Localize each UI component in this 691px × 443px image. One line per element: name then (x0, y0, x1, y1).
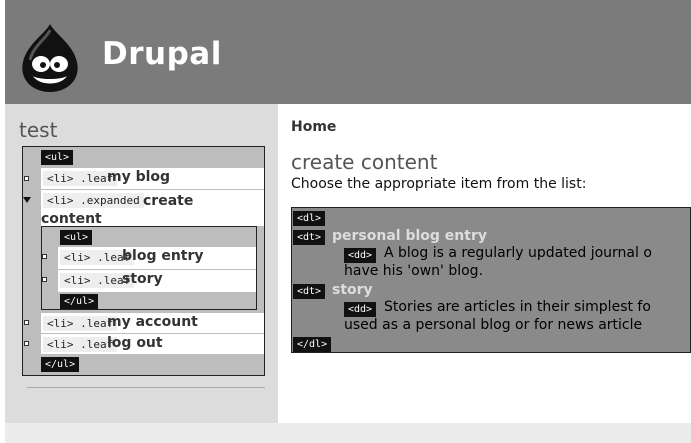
leaf-bullet-icon (42, 277, 47, 282)
ul-close-tag: </ul> (41, 357, 80, 372)
footer (5, 423, 691, 443)
drupal-logo-icon[interactable] (19, 22, 81, 94)
menu-item-my-account[interactable]: my account (107, 314, 198, 330)
leaf-bullet-icon (24, 341, 29, 346)
breadcrumb-home[interactable]: Home (291, 119, 336, 135)
ul-open-tag: <ul> (60, 230, 93, 245)
description-line: used as a personal blog or for news arti… (344, 317, 643, 333)
expanded-arrow-icon (23, 197, 31, 203)
description-line: A blog is a regularly updated journal o (384, 245, 652, 261)
content-type-list: <dl> <dt> personal blog entry <dd> A blo… (291, 207, 691, 353)
dt-tag: <dt> (293, 230, 326, 245)
help-text: Choose the appropriate item from the lis… (291, 176, 587, 192)
site-name[interactable]: Drupal (102, 36, 222, 72)
navigation-menu: <ul> <li> .leaf my blog <li> .expanded c… (22, 146, 265, 376)
ul-open-tag: <ul> (41, 150, 74, 165)
menu-item-create-content[interactable]: create content (41, 192, 221, 228)
menu-item-my-blog[interactable]: my blog (107, 169, 170, 185)
submenu-item-blog-entry[interactable]: blog entry (122, 248, 204, 264)
submenu-item-story[interactable]: story (122, 271, 163, 287)
ul-close-tag: </ul> (60, 294, 99, 309)
description-line: Stories are articles in their simplest f… (384, 299, 651, 315)
dd-tag: <dd> (344, 302, 377, 317)
leaf-bullet-icon (24, 176, 29, 181)
page-title: create content (291, 150, 438, 174)
leaf-bullet-icon (42, 254, 47, 259)
submenu: <ul> <li> .leaf blog entry <li> .leaf st… (41, 226, 257, 310)
leaf-bullet-icon (24, 320, 29, 325)
dl-open-tag: <dl> (293, 211, 326, 226)
site-header: Drupal (5, 0, 691, 104)
dl-close-tag: </dl> (293, 337, 332, 352)
block-title: test (19, 118, 58, 142)
description-line: have his 'own' blog. (344, 263, 484, 279)
dt-tag: <dt> (293, 284, 326, 299)
content-type-story[interactable]: story (332, 282, 373, 298)
menu-item-log-out[interactable]: log out (107, 335, 163, 351)
divider (27, 387, 265, 388)
dd-tag: <dd> (344, 248, 377, 263)
content-type-blog-entry[interactable]: personal blog entry (332, 228, 487, 244)
